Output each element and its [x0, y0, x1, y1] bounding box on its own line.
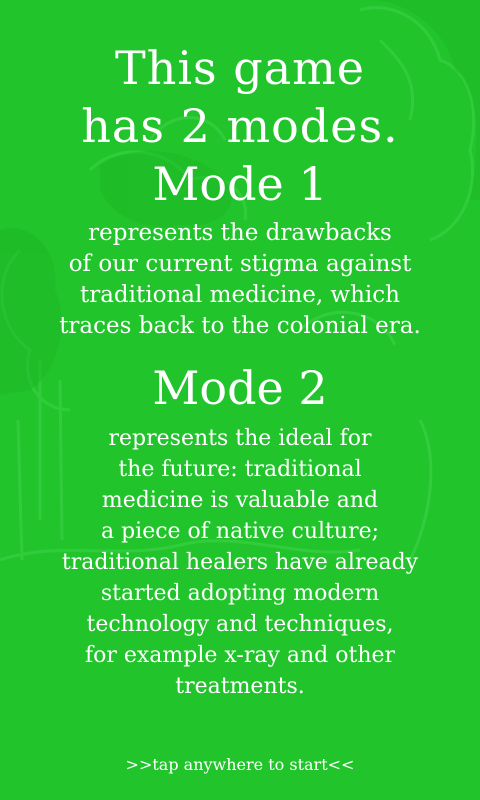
description-line: the future: traditional — [118, 457, 362, 482]
description-line: treatments. — [175, 674, 305, 699]
description-line: represents the drawbacks — [88, 220, 392, 246]
description-line: of our current stigma against — [68, 251, 412, 277]
description-line: traces back to the colonial era. — [59, 313, 421, 339]
description-line: represents the ideal for — [108, 426, 372, 451]
description-line: medicine is valuable and — [101, 488, 379, 513]
mode-1-description: represents the drawbacks of our current … — [0, 218, 480, 342]
description-line: traditional medicine, which — [79, 282, 400, 308]
mode-2-description: represents the ideal for the future: tra… — [0, 423, 480, 702]
title-line: has 2 modes. — [81, 98, 399, 153]
description-line: started adopting modern — [100, 581, 380, 606]
mode-2-heading: Mode 2 — [152, 361, 328, 415]
mode-1-heading: Mode 1 — [152, 157, 328, 211]
title-line: This game — [115, 40, 365, 95]
description-line: traditional healers have already — [61, 550, 419, 575]
description-line: technology and techniques, — [86, 612, 394, 637]
tap-to-start-screen[interactable]: This game has 2 modes. Mode 1 represents… — [0, 0, 480, 800]
page-title: This game has 2 modes. — [0, 39, 480, 155]
start-prompt[interactable]: >>tap anywhere to start<< — [0, 754, 480, 776]
description-line: for example x-ray and other — [84, 643, 396, 668]
description-line: a piece of native culture; — [100, 519, 380, 544]
